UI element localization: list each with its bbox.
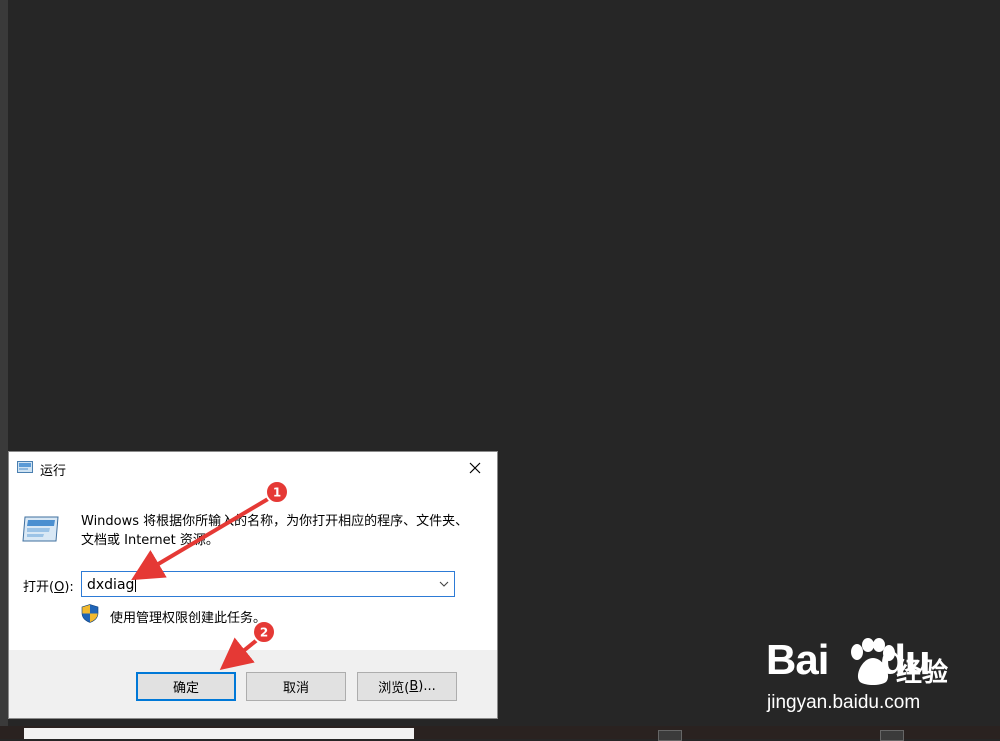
cancel-button[interactable]: 取消 [246,672,346,701]
desktop-left-edge [0,0,8,739]
chevron-down-icon[interactable] [438,578,450,590]
title-bar[interactable]: 运行 [9,452,497,484]
taskbar-app-button[interactable] [658,730,682,741]
baidu-paw-icon [851,638,895,685]
baidu-watermark: Bai du 经验 jingyan.baidu.com [766,636,956,726]
ok-button[interactable]: 确定 [136,672,236,701]
run-large-icon [22,516,59,542]
open-combobox[interactable]: dxdiag [81,571,455,597]
text-caret [135,576,137,592]
open-input[interactable]: dxdiag [87,576,137,593]
uac-shield-icon [81,604,99,623]
dialog-title: 运行 [40,464,67,479]
admin-note: 使用管理权限创建此任务。 [110,611,267,626]
watermark-cn: 经验 [896,658,949,688]
taskbar-search-area[interactable] [24,728,414,739]
taskbar [0,726,1000,741]
taskbar-app-button[interactable] [880,730,904,741]
watermark-url: jingyan.baidu.com [767,692,921,713]
run-icon [17,461,33,473]
browse-button[interactable]: 浏览(B)... [357,672,457,701]
close-button[interactable] [453,452,497,484]
run-dialog: 运行 Windows 将根据你所输入的名称，为你打开相应的程序、文件夹、文档或 … [8,451,498,719]
open-label: 打开(O): [23,580,74,595]
close-icon [469,462,481,474]
button-bar: 确定 取消 浏览(B)... [9,650,497,718]
dialog-description: Windows 将根据你所输入的名称，为你打开相应的程序、文件夹、文档或 Int… [81,514,469,548]
